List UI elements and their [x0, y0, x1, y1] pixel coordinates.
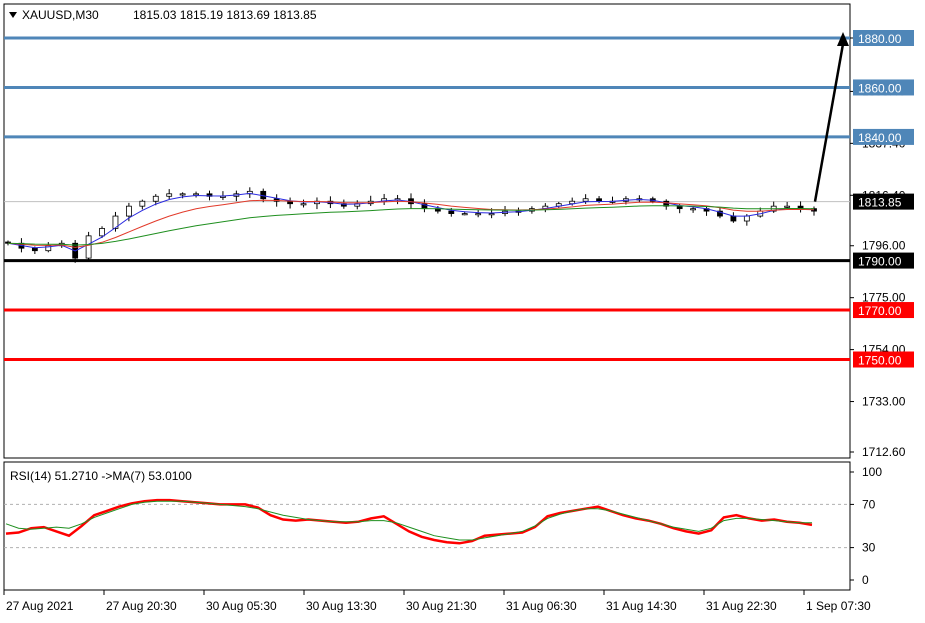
- candle-body: [488, 213, 495, 216]
- x-tick-label: 27 Aug 20:30: [106, 599, 177, 613]
- rsi-y-tick-label: 70: [862, 497, 876, 511]
- candle-body: [461, 213, 468, 216]
- candle-body: [85, 235, 92, 259]
- candle-body: [99, 228, 105, 237]
- candle-body: [31, 247, 38, 252]
- candle-body: [166, 193, 173, 197]
- rsi-title: RSI(14) 51.2710 ->MA(7) 53.0100: [10, 469, 192, 483]
- candle-body: [193, 193, 199, 196]
- rsi-y-tick-label: 0: [862, 573, 869, 587]
- x-tick-label: 30 Aug 21:30: [406, 599, 477, 613]
- candle-body: [448, 210, 455, 214]
- x-tick-label: 31 Aug 22:30: [706, 599, 777, 613]
- candle-body: [300, 203, 307, 206]
- level-badge-label: 1770.00: [858, 304, 902, 318]
- candle-body: [582, 198, 589, 202]
- current-price-label: 1813.85: [858, 196, 902, 210]
- candle-body: [126, 205, 132, 217]
- candle-body: [730, 215, 737, 222]
- level-badge-label: 1880.00: [858, 32, 902, 46]
- candle-body: [179, 193, 186, 196]
- y-tick-label: 1733.00: [862, 395, 906, 409]
- candle-body: [152, 195, 159, 202]
- level-badge-label: 1840.00: [858, 131, 902, 145]
- candle-body: [596, 198, 602, 202]
- price-badges: 1880.00 1860.00 1840.00 1790.00 1770.00 1750.…: [853, 30, 914, 368]
- chart-canvas[interactable]: 1712.601733.001754.001775.001796.001816.…: [0, 0, 925, 623]
- candle-body: [475, 213, 482, 216]
- x-tick-label: 31 Aug 06:30: [506, 599, 577, 613]
- level-badge-label: 1860.00: [858, 81, 902, 95]
- rsi-y-tick-label: 30: [862, 541, 876, 555]
- rsi-y-tick-label: 100: [862, 465, 882, 479]
- level-badge-label: 1750.00: [858, 354, 902, 368]
- candle-body: [743, 215, 750, 222]
- y-tick-label: 1712.60: [862, 445, 906, 459]
- candle-body: [139, 200, 146, 207]
- x-tick-label: 27 Aug 2021: [6, 599, 74, 613]
- x-tick-label: 1 Sep 07:30: [806, 599, 871, 613]
- time-axis: 27 Aug 2021 27 Aug 20:30 30 Aug 05:30 30 Au…: [3, 590, 871, 613]
- symbol-label[interactable]: XAUUSD,M30: [22, 8, 99, 22]
- candle-body: [676, 205, 683, 210]
- candle-body: [784, 205, 791, 208]
- x-tick-label: 30 Aug 05:30: [206, 599, 277, 613]
- candle-body: [690, 208, 696, 211]
- level-badge-label: 1790.00: [858, 255, 902, 269]
- y-tick-label: 1796.00: [862, 239, 906, 253]
- x-tick-label: 31 Aug 14:30: [606, 599, 677, 613]
- x-tick-label: 30 Aug 13:30: [306, 599, 377, 613]
- ohlc-readout: 1815.03 1815.19 1813.69 1813.85: [133, 8, 317, 22]
